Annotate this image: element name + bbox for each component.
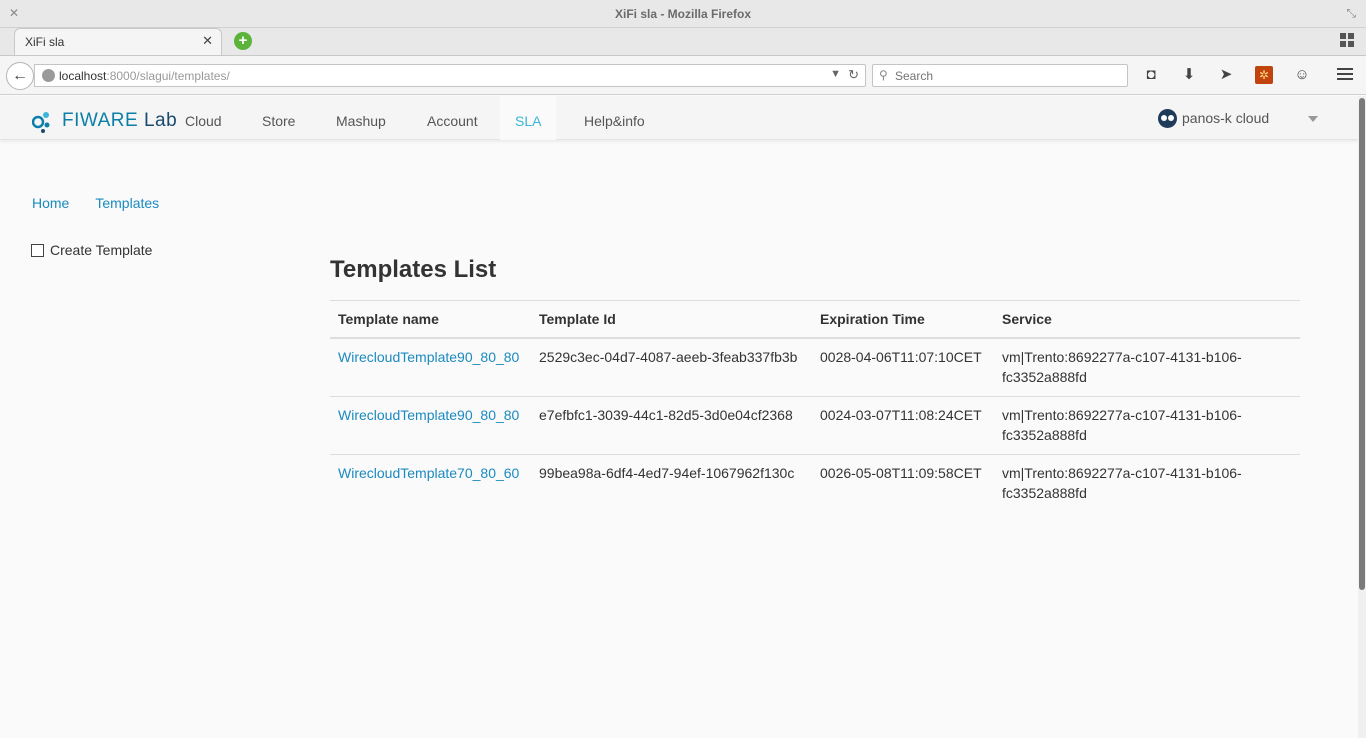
template-name-cell: WirecloudTemplate70_80_60 (330, 454, 531, 512)
template-link[interactable]: WirecloudTemplate90_80_80 (338, 407, 519, 423)
download-icon[interactable]: ⬇ (1179, 65, 1199, 85)
menu-icon[interactable] (1335, 65, 1355, 85)
table-row: WirecloudTemplate90_80_80 e7efbfc1-3039-… (330, 396, 1300, 455)
template-id-cell: 99bea98a-6df4-4ed7-94ef-1067962f130c (531, 454, 812, 512)
nav-cloud[interactable]: Cloud (170, 96, 237, 140)
pocket-icon[interactable]: ◘ (1141, 65, 1161, 85)
service-cell: vm|Trento:8692277a-c107-4131-b106-fc3352… (994, 337, 1300, 397)
user-name: panos-k cloud (1182, 110, 1270, 126)
nav-account[interactable]: Account (412, 96, 493, 140)
table-row: WirecloudTemplate90_80_80 2529c3ec-04d7-… (330, 337, 1300, 397)
tab-title: XiFi sla (25, 35, 65, 49)
templates-table: Template name Template Id Expiration Tim… (330, 300, 1300, 512)
service-cell: vm|Trento:8692277a-c107-4131-b106-fc3352… (994, 396, 1300, 455)
reload-icon[interactable]: ↻ (848, 67, 859, 83)
column-header-template-id: Template Id (531, 300, 812, 339)
template-link[interactable]: WirecloudTemplate70_80_60 (338, 465, 519, 481)
window-title: XiFi sla - Mozilla Firefox (614, 7, 752, 21)
page: FIWARE Lab Cloud Store Mashup Account SL… (0, 96, 1358, 738)
nav-store[interactable]: Store (247, 96, 310, 140)
globe-icon (42, 69, 55, 82)
url-bar[interactable]: localhost:8000/slagui/templates/ ▼ ↻ (34, 64, 866, 87)
template-name-cell: WirecloudTemplate90_80_80 (330, 337, 531, 397)
window-restore-icon[interactable]: ⤡ (1346, 6, 1356, 21)
chevron-down-icon[interactable] (1308, 116, 1318, 122)
service-cell: vm|Trento:8692277a-c107-4131-b106-fc3352… (994, 454, 1300, 512)
new-tab-icon[interactable]: + (234, 32, 252, 50)
create-template-checkbox[interactable] (31, 244, 44, 257)
back-button[interactable]: ← (6, 62, 34, 90)
create-template-label[interactable]: Create Template (50, 242, 152, 258)
tab-groups-icon[interactable] (1340, 33, 1354, 47)
fiware-logo-icon (32, 112, 50, 133)
send-icon[interactable]: ➤ (1216, 65, 1236, 85)
expiration-cell: 0024-03-07T11:08:24CET (812, 396, 994, 455)
breadcrumb-templates[interactable]: Templates (95, 195, 159, 211)
search-bar[interactable]: ⚲ (872, 64, 1128, 87)
expiration-cell: 0028-04-06T11:07:10CET (812, 337, 994, 397)
site-header: FIWARE Lab Cloud Store Mashup Account SL… (0, 96, 1358, 140)
template-id-cell: 2529c3ec-04d7-4087-aeeb-3feab337fb3b (531, 337, 812, 397)
table-row: WirecloudTemplate70_80_60 99bea98a-6df4-… (330, 454, 1300, 512)
logo-text: FIWARE Lab (62, 110, 178, 131)
navigation-toolbar: ← localhost:8000/slagui/templates/ ▼ ↻ ⚲… (0, 55, 1366, 95)
page-title: Templates List (330, 256, 497, 283)
column-header-template-name: Template name (330, 300, 531, 339)
search-icon: ⚲ (879, 68, 888, 82)
nav-help-info[interactable]: Help&info (569, 96, 660, 140)
template-id-cell: e7efbfc1-3039-44c1-82d5-3d0e04cf2368 (531, 396, 812, 455)
templates-section: Templates List Template name Template Id… (330, 256, 1300, 512)
breadcrumb-home[interactable]: Home (32, 195, 69, 211)
column-header-service: Service (994, 300, 1300, 339)
user-avatar-icon (1158, 109, 1177, 128)
search-input[interactable] (895, 68, 1115, 84)
tab-close-icon[interactable]: ✕ (202, 33, 213, 49)
breadcrumb: Home Templates (32, 195, 185, 211)
expiration-cell: 0026-05-08T11:09:58CET (812, 454, 994, 512)
extension-icon[interactable]: ✲ (1255, 66, 1273, 84)
table-header-row: Template name Template Id Expiration Tim… (330, 300, 1300, 339)
column-header-expiration-time: Expiration Time (812, 300, 994, 339)
nav-sla[interactable]: SLA (500, 96, 557, 140)
template-name-cell: WirecloudTemplate90_80_80 (330, 396, 531, 455)
url-text[interactable]: localhost:8000/slagui/templates/ (59, 69, 230, 83)
template-link[interactable]: WirecloudTemplate90_80_80 (338, 349, 519, 365)
browser-tab[interactable]: XiFi sla ✕ (14, 28, 222, 55)
scrollbar-thumb[interactable] (1359, 98, 1365, 590)
chat-icon[interactable]: ☺ (1292, 65, 1312, 85)
nav-mashup[interactable]: Mashup (321, 96, 401, 140)
window-titlebar: ✕ XiFi sla - Mozilla Firefox ⤡ (0, 0, 1366, 28)
page-scrollbar[interactable] (1358, 96, 1366, 738)
tab-bar: XiFi sla ✕ + (0, 28, 1366, 55)
url-dropdown-icon[interactable]: ▼ (830, 68, 841, 80)
